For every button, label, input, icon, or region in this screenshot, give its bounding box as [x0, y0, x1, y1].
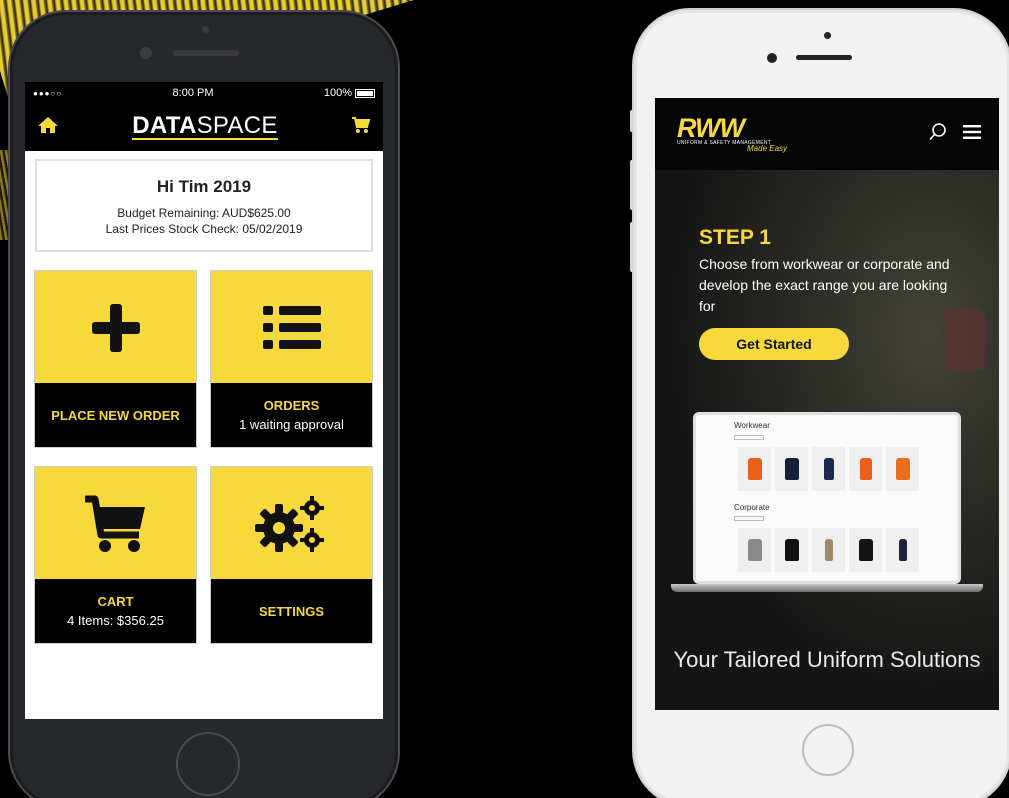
get-started-button[interactable]: Get Started — [699, 328, 849, 360]
laptop-preview: Workwear Corporate — [693, 412, 961, 584]
tile-subtitle: 1 waiting approval — [239, 417, 344, 432]
right-phone-frame: RWW UNIFORM & SAFETY MANAGEMENT Made Eas… — [630, 8, 1009, 798]
laptop-base — [671, 584, 983, 592]
corporate-products — [738, 528, 919, 572]
workwear-products — [738, 447, 919, 491]
search-icon[interactable] — [929, 122, 947, 146]
budget-remaining: Budget Remaining: AUD$625.00 — [117, 206, 291, 220]
rww-website-screen: RWW UNIFORM & SAFETY MANAGEMENT Made Eas… — [655, 98, 999, 710]
step-heading: STEP 1 — [699, 226, 771, 249]
tile-settings[interactable]: SETTINGS — [210, 466, 373, 644]
dataspace-app-screen: ●●●○○ 8:00 PM 100% DATASPACE Hi Tim 2019… — [25, 82, 383, 719]
status-bar: ●●●○○ 8:00 PM 100% — [25, 82, 383, 104]
home-icon[interactable] — [37, 115, 59, 140]
tile-title: SETTINGS — [258, 603, 324, 619]
section-corporate: Corporate — [734, 503, 770, 512]
plus-icon — [35, 271, 196, 385]
tile-cart[interactable]: CART 4 Items: $356.25 — [34, 466, 197, 644]
site-header: RWW UNIFORM & SAFETY MANAGEMENT Made Eas… — [655, 98, 999, 170]
list-icon — [211, 271, 372, 385]
section-workwear: Workwear — [734, 421, 770, 430]
battery-percentage: 100% — [323, 87, 352, 99]
tile-orders[interactable]: ORDERS 1 waiting approval — [210, 270, 373, 448]
step-description: Choose from workwear or corporate and de… — [699, 256, 950, 314]
signal-indicator: ●●●○○ — [33, 88, 63, 98]
tile-place-new-order[interactable]: PLACE NEW ORDER — [34, 270, 197, 448]
greeting: Hi Tim 2019 — [156, 177, 252, 196]
hamburger-icon[interactable] — [963, 124, 981, 144]
rww-logo[interactable]: RWW UNIFORM & SAFETY MANAGEMENT Made Eas… — [677, 112, 788, 153]
logo-light: SPACE — [196, 112, 278, 139]
brand-name: RWW — [677, 112, 745, 143]
tile-subtitle: 4 Items: $356.25 — [67, 613, 164, 628]
logo-bold: DATA — [132, 112, 197, 139]
status-time: 8:00 PM — [172, 87, 214, 99]
tile-title: ORDERS — [263, 398, 320, 413]
cart-icon — [35, 467, 196, 581]
battery-icon — [355, 88, 375, 98]
stock-check-date: Last Prices Stock Check: 05/02/2019 — [105, 222, 303, 236]
hero-section: STEP 1 Choose from workwear or corporate… — [655, 170, 999, 710]
tile-title: PLACE NEW ORDER — [51, 407, 180, 423]
home-button[interactable] — [802, 724, 854, 776]
dataspace-logo: DATASPACE — [132, 112, 278, 140]
home-button[interactable] — [176, 732, 240, 796]
app-bar: DATASPACE — [25, 104, 383, 151]
tagline-heading: Your Tailored Uniform Solutions — [673, 647, 981, 672]
cart-icon[interactable] — [351, 116, 371, 139]
gears-icon — [211, 467, 372, 581]
brand-tagline: Made Easy — [747, 143, 788, 153]
welcome-card: Hi Tim 2019 Budget Remaining: AUD$625.00… — [35, 159, 373, 252]
tile-title: CART — [97, 594, 134, 609]
